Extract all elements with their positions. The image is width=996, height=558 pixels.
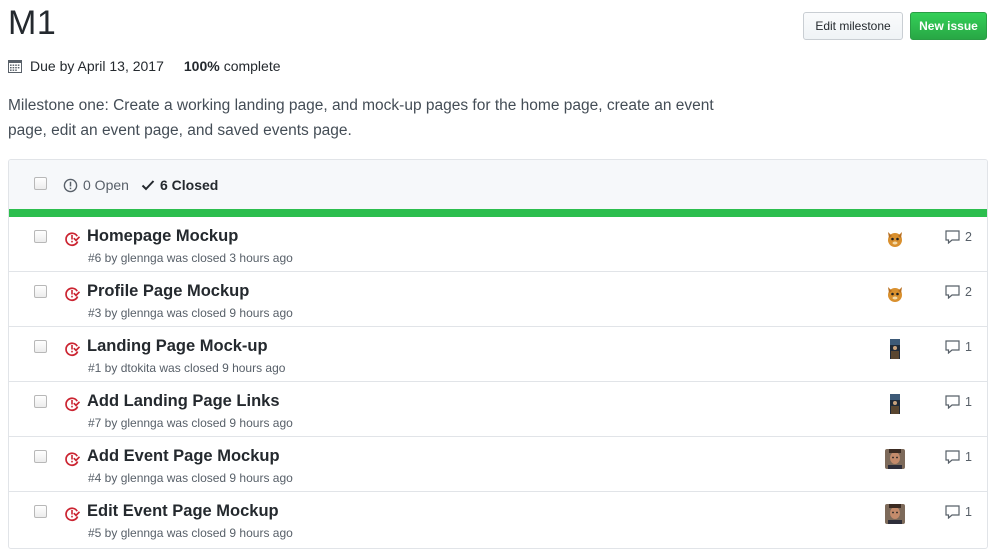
issue-closed-icon — [65, 452, 80, 467]
comment-icon — [945, 395, 960, 409]
comments-link[interactable]: 1 — [945, 450, 972, 464]
issue-row[interactable]: Profile Page Mockup #3 by glennga was clo… — [9, 272, 987, 327]
issue-title-link[interactable]: Landing Page Mock-up — [87, 337, 268, 356]
issue-rows: Homepage Mockup #6 by glennga was closed … — [9, 217, 987, 547]
issue-row[interactable]: Add Event Page Mockup #4 by glennga was c… — [9, 437, 987, 492]
new-issue-button[interactable]: New issue — [910, 12, 987, 40]
edit-milestone-button[interactable]: Edit milestone — [803, 12, 903, 40]
comment-icon — [945, 450, 960, 464]
assignee-avatar[interactable] — [885, 504, 905, 524]
issue-closed-icon — [65, 397, 80, 412]
comments-link[interactable]: 1 — [945, 505, 972, 519]
completion-percent: 100% — [183, 58, 220, 74]
select-all-checkbox[interactable] — [34, 177, 47, 190]
assignee-avatar[interactable] — [885, 229, 905, 249]
comments-link[interactable]: 1 — [945, 395, 972, 409]
issue-closed-icon — [65, 342, 80, 357]
issue-checkbox[interactable] — [34, 340, 47, 353]
comments-link[interactable]: 2 — [945, 285, 972, 299]
comment-icon — [945, 340, 960, 354]
comment-count: 2 — [965, 285, 972, 299]
issue-checkbox[interactable] — [34, 230, 47, 243]
completion-label: complete — [223, 58, 281, 74]
issue-title-link[interactable]: Edit Event Page Mockup — [87, 502, 279, 521]
issue-title-link[interactable]: Profile Page Mockup — [87, 282, 249, 301]
comment-count: 2 — [965, 230, 972, 244]
milestone-title: M1 — [8, 4, 57, 42]
issue-checkbox[interactable] — [34, 450, 47, 463]
check-icon — [141, 180, 155, 191]
issue-row[interactable]: Homepage Mockup #6 by glennga was closed … — [9, 217, 987, 272]
milestone-meta: Due by April 13, 2017 100% complete — [8, 57, 281, 75]
issue-row[interactable]: Add Landing Page Links #7 by glennga was … — [9, 382, 987, 437]
milestone-description: Milestone one: Create a working landing … — [8, 97, 714, 139]
comment-count: 1 — [965, 340, 972, 354]
assignee-avatar[interactable] — [885, 339, 905, 359]
issue-title-link[interactable]: Add Landing Page Links — [87, 392, 280, 411]
issue-checkbox[interactable] — [34, 285, 47, 298]
comment-icon — [945, 505, 960, 519]
issue-opened-icon — [63, 178, 78, 192]
comment-icon — [945, 230, 960, 244]
issue-meta: #1 by dtokita was closed 9 hours ago — [88, 361, 286, 375]
closed-issues-tab[interactable]: 6 Closed — [141, 177, 218, 193]
issue-title-link[interactable]: Add Event Page Mockup — [87, 447, 280, 466]
issue-closed-icon — [65, 232, 80, 247]
calendar-icon — [8, 60, 22, 73]
comment-icon — [945, 285, 960, 299]
issue-closed-icon — [65, 507, 80, 522]
issues-list-header: 0 Open 6 Closed — [9, 160, 987, 209]
assignee-avatar[interactable] — [885, 449, 905, 469]
closed-count: 6 Closed — [160, 177, 219, 193]
issues-list: 0 Open 6 Closed Homepage Mockup #6 by gle… — [8, 159, 988, 549]
issue-checkbox[interactable] — [34, 395, 47, 408]
comment-count: 1 — [965, 395, 972, 409]
issue-meta: #5 by glennga was closed 9 hours ago — [88, 526, 293, 540]
comment-count: 1 — [965, 450, 972, 464]
progress-fill — [9, 209, 987, 217]
comments-link[interactable]: 1 — [945, 340, 972, 354]
due-date: Due by April 13, 2017 — [30, 58, 164, 74]
issue-checkbox[interactable] — [34, 505, 47, 518]
issue-closed-icon — [65, 287, 80, 302]
milestone-progress-bar — [9, 209, 987, 217]
comment-count: 1 — [965, 505, 972, 519]
issue-meta: #6 by glennga was closed 3 hours ago — [88, 251, 293, 265]
issue-row[interactable]: Landing Page Mock-up #1 by dtokita was cl… — [9, 327, 987, 382]
issue-meta: #7 by glennga was closed 9 hours ago — [88, 416, 293, 430]
issue-meta: #3 by glennga was closed 9 hours ago — [88, 306, 293, 320]
comments-link[interactable]: 2 — [945, 230, 972, 244]
issue-title-link[interactable]: Homepage Mockup — [87, 227, 238, 246]
open-issues-tab[interactable]: 0 Open — [63, 177, 129, 193]
open-count: 0 Open — [83, 177, 129, 193]
issue-meta: #4 by glennga was closed 9 hours ago — [88, 471, 293, 485]
issue-row[interactable]: Edit Event Page Mockup #5 by glennga was … — [9, 492, 987, 547]
assignee-avatar[interactable] — [885, 394, 905, 414]
assignee-avatar[interactable] — [885, 284, 905, 304]
